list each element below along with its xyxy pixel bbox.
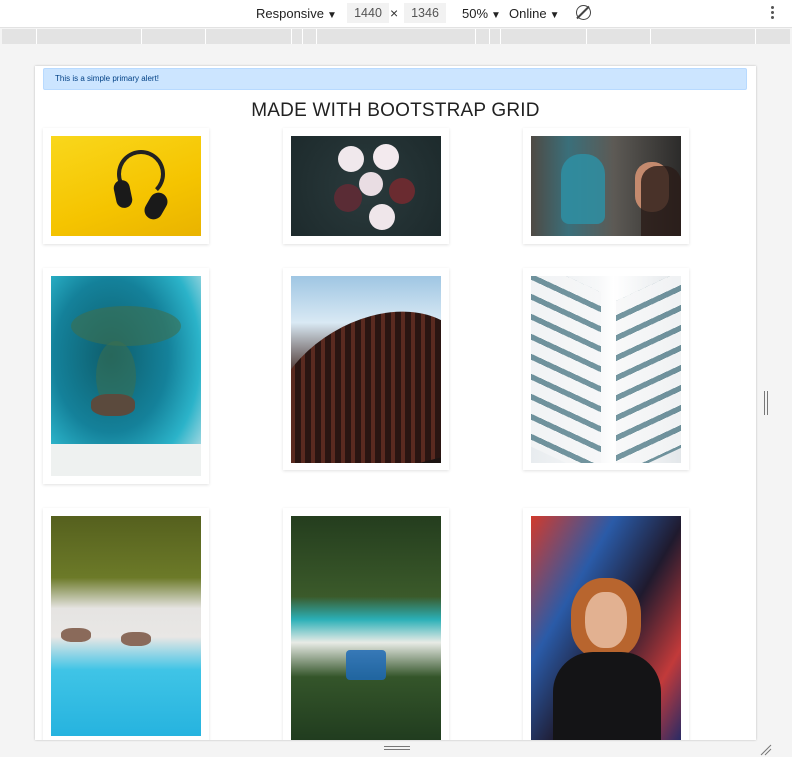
image-card — [523, 268, 689, 470]
dimension-separator: × — [390, 5, 399, 21]
device-mode-label: Responsive — [256, 6, 324, 21]
palm-beach-image — [291, 516, 441, 740]
image-card — [283, 128, 449, 244]
page-viewport: This is a simple primary alert! MADE WIT… — [35, 66, 756, 740]
chevron-down-icon: ▼ — [549, 10, 560, 21]
image-card — [523, 508, 689, 740]
alert-text: This is a simple primary alert! — [55, 74, 160, 83]
width-input[interactable]: 1440 — [347, 3, 389, 23]
image-card — [43, 128, 209, 244]
curved-building-image — [291, 276, 441, 463]
corner-resize-handle[interactable] — [760, 744, 772, 756]
bottom-resize-handle[interactable] — [384, 746, 410, 752]
media-query-bar[interactable] — [2, 29, 790, 44]
device-mode-dropdown[interactable]: Responsive ▼ — [256, 6, 337, 21]
zoom-dropdown[interactable]: 50% ▼ — [462, 6, 501, 21]
beach-aerial-image — [51, 516, 201, 736]
image-card — [43, 268, 209, 484]
image-card — [283, 508, 449, 740]
image-card — [43, 508, 209, 740]
throttling-label: Online — [509, 6, 547, 21]
image-card — [283, 268, 449, 470]
device-toolbar: Responsive ▼ 1440 × 1346 50% ▼ Online ▼ — [0, 0, 792, 28]
zoom-label: 50% — [462, 6, 489, 21]
kebab-icon[interactable] — [771, 6, 775, 21]
chevron-down-icon: ▼ — [491, 10, 501, 21]
portrait-image — [531, 516, 681, 740]
height-input[interactable]: 1346 — [404, 3, 446, 23]
headphones-image — [51, 136, 201, 236]
chevron-down-icon: ▼ — [326, 10, 337, 21]
primary-alert: This is a simple primary alert! — [43, 68, 747, 90]
white-building-image — [531, 276, 681, 463]
throttling-dropdown[interactable]: Online ▼ — [509, 6, 559, 21]
cupcakes-image — [291, 136, 441, 236]
graffiti-image — [531, 136, 681, 236]
right-resize-handle[interactable] — [764, 391, 768, 415]
page-title: MADE WITH BOOTSTRAP GRID — [251, 100, 540, 121]
image-card — [523, 128, 689, 244]
rotate-icon[interactable] — [576, 5, 591, 20]
sea-aerial-image — [51, 276, 201, 476]
